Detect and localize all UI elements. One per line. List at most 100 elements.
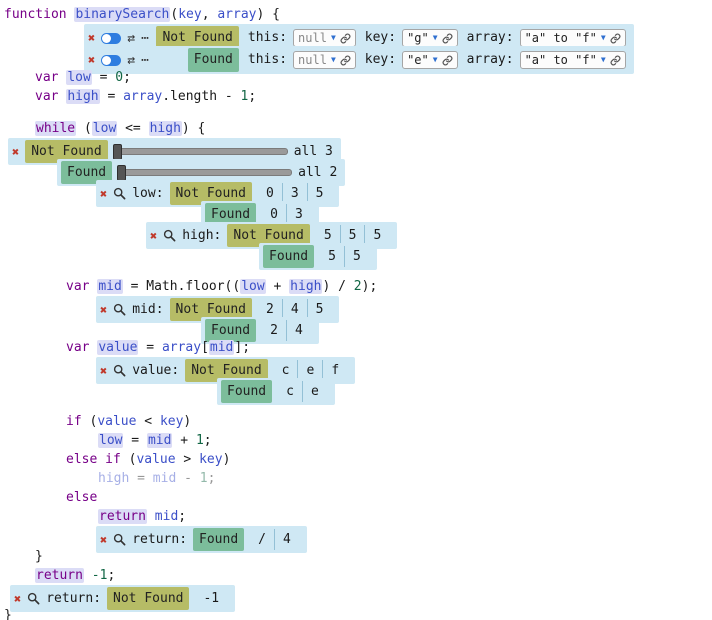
code-line-row: }	[0, 606, 712, 620]
code-token: (	[82, 414, 98, 429]
watch-probe-row: ✖return:Not Found-1	[0, 585, 712, 606]
code-token: +	[266, 279, 289, 294]
code-token: array	[123, 89, 162, 104]
link-icon[interactable]	[340, 33, 351, 44]
code-token: .length -	[162, 89, 240, 104]
code-token-highlighted[interactable]: binarySearch	[74, 7, 170, 22]
code-token: array	[162, 340, 201, 355]
toggle-switch[interactable]	[101, 33, 121, 44]
code-line: var low = 0;	[0, 68, 131, 87]
code-token: }	[35, 549, 43, 564]
code-token	[84, 568, 92, 583]
value-dropdown[interactable]: "g"▼	[402, 29, 458, 47]
code-line: function binarySearch(key, array) {	[0, 5, 280, 24]
code-line-row: function binarySearch(key, array) {	[0, 5, 712, 24]
blank-line	[0, 399, 712, 412]
toggle-knob	[102, 34, 111, 43]
code-token: =	[138, 340, 161, 355]
code-token-highlighted[interactable]: high	[66, 89, 99, 104]
code-token: =	[92, 70, 115, 85]
value-dropdown[interactable]: "a" to "f"▼	[520, 29, 626, 47]
code-line-row: else if (value > key)	[0, 450, 712, 469]
code-token: <	[136, 414, 159, 429]
close-icon[interactable]: ✖	[14, 593, 21, 605]
code-token-highlighted[interactable]: return	[35, 568, 84, 583]
value-dropdown[interactable]: "a" to "f"▼	[520, 51, 626, 69]
code-line: while (low <= high) {	[0, 119, 205, 138]
watch-probe-row: Found24	[0, 317, 712, 338]
code-line-row: var value = array[mid];	[0, 338, 712, 357]
code-token-highlighted[interactable]: value	[97, 340, 138, 355]
close-icon[interactable]: ✖	[100, 534, 107, 546]
code-token-highlighted[interactable]: return	[98, 509, 147, 524]
hits-slider[interactable]	[118, 169, 292, 176]
code-token: );	[362, 279, 378, 294]
code-token: +	[172, 433, 195, 448]
close-icon[interactable]: ✖	[88, 32, 95, 44]
link-icon[interactable]	[442, 33, 453, 44]
magnifier-icon	[113, 187, 126, 200]
close-icon[interactable]: ✖	[150, 230, 157, 242]
magnifier-icon	[27, 592, 40, 605]
toggle-switch[interactable]	[101, 55, 121, 66]
code-line-row: return mid;	[0, 507, 712, 526]
code-token	[147, 509, 155, 524]
dropdown-arrow-icon: ▼	[601, 34, 606, 42]
value-dropdown[interactable]: null▼	[293, 51, 356, 69]
swap-icon[interactable]: ⇄	[127, 32, 135, 45]
code-line-row: var mid = Math.floor((low + high) / 2);	[0, 277, 712, 296]
code-token: <=	[117, 121, 148, 136]
slider-thumb[interactable]	[117, 165, 126, 181]
close-icon[interactable]: ✖	[12, 146, 19, 158]
magnifier-icon	[113, 303, 126, 316]
close-icon[interactable]: ✖	[88, 54, 95, 66]
value-dropdown[interactable]: "e"▼	[402, 51, 458, 69]
code-token: )	[223, 452, 231, 467]
code-line: }	[0, 547, 43, 566]
code-token: ;	[123, 70, 131, 85]
more-icon[interactable]: ⋯	[141, 54, 149, 67]
code-token: var	[35, 89, 66, 104]
code-token-highlighted[interactable]: low	[92, 121, 117, 136]
code-line: else if (value > key)	[0, 450, 230, 469]
code-token: else if	[66, 452, 121, 467]
more-icon[interactable]: ⋯	[141, 32, 149, 45]
close-icon[interactable]: ✖	[100, 304, 107, 316]
swap-icon[interactable]: ⇄	[127, 54, 135, 67]
value-dropdown[interactable]: null▼	[293, 29, 356, 47]
code-token: ;	[204, 433, 212, 448]
code-token-highlighted[interactable]: mid	[97, 279, 122, 294]
slider-thumb[interactable]	[113, 144, 122, 160]
hits-slider[interactable]	[114, 148, 288, 155]
code-line-row: if (value < key)	[0, 412, 712, 431]
code-token: else	[66, 490, 97, 505]
link-icon[interactable]	[340, 55, 351, 66]
code-token: ) {	[256, 7, 279, 22]
code-token-highlighted[interactable]: while	[35, 121, 76, 136]
code-line-row: var low = 0;	[0, 68, 712, 87]
code-token: var	[35, 70, 66, 85]
dropdown-value: "e"	[407, 53, 429, 67]
slider-probe-row: Foundall 2	[0, 159, 712, 180]
link-icon[interactable]	[610, 55, 621, 66]
watch-probe-row: Foundce	[0, 378, 712, 399]
code-token: var	[66, 279, 97, 294]
code-token-highlighted[interactable]: low	[98, 433, 123, 448]
code-token-highlighted[interactable]: high	[149, 121, 182, 136]
link-icon[interactable]	[442, 55, 453, 66]
code-line: if (value < key)	[0, 412, 191, 431]
link-icon[interactable]	[610, 33, 621, 44]
code-token: (	[121, 452, 137, 467]
close-icon[interactable]: ✖	[100, 365, 107, 377]
watch-probe-row: Found55	[0, 243, 712, 264]
code-token-highlighted[interactable]: low	[66, 70, 91, 85]
code-token-highlighted[interactable]: high	[289, 279, 322, 294]
code-token-highlighted[interactable]: mid	[147, 433, 172, 448]
code-token-highlighted[interactable]: low	[240, 279, 265, 294]
close-icon[interactable]: ✖	[100, 188, 107, 200]
magnifier-icon	[163, 229, 176, 242]
code-token: [	[201, 340, 209, 355]
code-token-highlighted[interactable]: mid	[209, 340, 234, 355]
code-token: 1	[196, 433, 204, 448]
code-token: 1	[200, 471, 208, 486]
